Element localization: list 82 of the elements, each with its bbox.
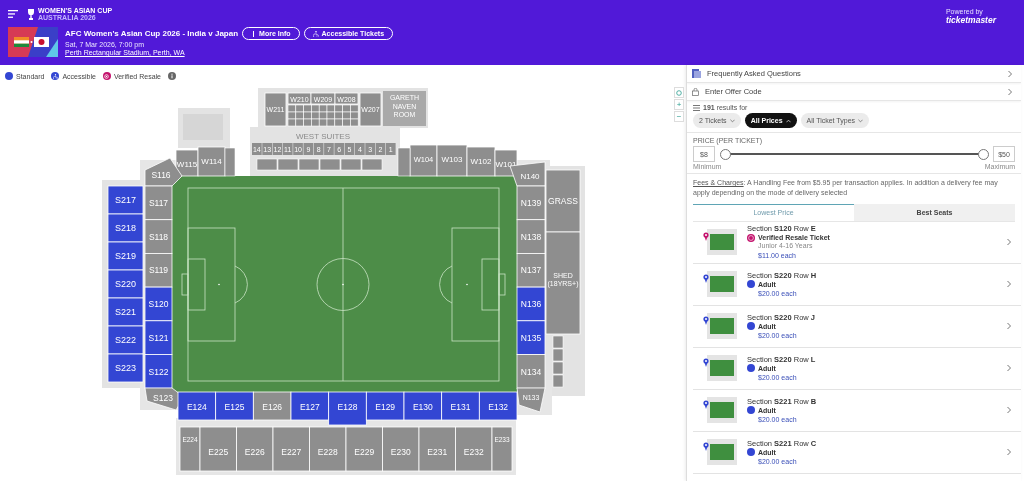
seat-section[interactable]: E124 <box>177 391 217 421</box>
seat-section[interactable]: S223 <box>107 353 144 383</box>
chevron-right-icon <box>1006 447 1012 458</box>
seat-section[interactable]: E225 <box>199 426 237 472</box>
seat-section[interactable]: E126 <box>252 391 292 421</box>
document-icon <box>692 69 701 78</box>
seat-section[interactable] <box>552 374 564 388</box>
chevron-right-icon <box>1006 321 1012 332</box>
seat-section[interactable]: W102 <box>466 146 496 177</box>
trophy-icon <box>27 8 35 20</box>
reset-view-button[interactable] <box>674 87 684 98</box>
seat-section[interactable]: E132 <box>478 391 518 421</box>
seat-section[interactable] <box>340 158 362 171</box>
caret-icon <box>858 118 864 123</box>
seat-section[interactable]: N139 <box>516 185 546 221</box>
seat-section[interactable]: E226 <box>236 426 274 472</box>
seat-section[interactable]: S217 <box>107 185 144 215</box>
menu-icon[interactable] <box>8 10 18 18</box>
seat-section[interactable]: E131 <box>441 391 480 421</box>
seat-section[interactable]: N137 <box>516 253 546 288</box>
seat-section[interactable]: E125 <box>215 391 254 421</box>
price-slider[interactable] <box>719 148 989 160</box>
seat-section[interactable] <box>277 158 299 171</box>
seat-section[interactable]: S117 <box>144 185 173 221</box>
seat-section[interactable]: S218 <box>107 213 144 243</box>
seat-section[interactable] <box>298 158 320 171</box>
filter-icon <box>693 104 700 111</box>
chevron-right-icon <box>1007 86 1013 97</box>
chevron-right-icon <box>1007 68 1013 79</box>
lock-icon <box>692 87 699 96</box>
wheelchair-icon <box>312 30 319 37</box>
seat-section[interactable] <box>552 361 564 375</box>
stand-label: WEST SUITES <box>295 132 351 141</box>
caret-icon <box>729 118 735 123</box>
zoom-in-button[interactable]: + <box>674 99 684 110</box>
stand-block <box>178 108 230 148</box>
seat-section[interactable]: E130 <box>403 391 443 421</box>
slider-handle[interactable] <box>977 148 989 160</box>
seat-section[interactable]: S219 <box>107 241 144 271</box>
seat-section[interactable]: S118 <box>144 219 173 254</box>
chevron-right-icon <box>1006 405 1012 416</box>
seat-section[interactable]: N136 <box>516 286 546 322</box>
seat-section[interactable]: E232 <box>455 426 493 472</box>
seat-section[interactable]: S122 <box>144 354 173 389</box>
event-title: AFC Women's Asian Cup 2026 - India v Japan <box>65 29 239 38</box>
seat-section[interactable] <box>256 158 278 171</box>
seat-section[interactable]: E129 <box>365 391 405 421</box>
seat-section[interactable]: N138 <box>516 219 546 254</box>
seat-section[interactable]: N135 <box>516 320 546 355</box>
seat-section[interactable]: S120 <box>144 286 173 322</box>
seat-section[interactable]: E227 <box>272 426 310 472</box>
caret-icon <box>785 118 791 123</box>
chevron-right-icon <box>1006 279 1012 290</box>
seat-section[interactable]: W115 <box>175 149 199 177</box>
seat-section[interactable]: E230 <box>382 426 420 472</box>
seat-section[interactable] <box>361 158 383 171</box>
seat-section[interactable]: S121 <box>144 320 173 355</box>
seat-section[interactable]: W114 <box>197 146 226 177</box>
seat-section[interactable]: S221 <box>107 297 144 327</box>
info-icon <box>251 30 257 37</box>
chevron-right-icon <box>1006 363 1012 374</box>
seat-section[interactable]: N134 <box>516 354 546 389</box>
seat-section[interactable]: W101 <box>494 149 518 177</box>
seat-section[interactable]: E127 <box>290 391 330 421</box>
seat-section[interactable] <box>397 147 411 177</box>
seat-section[interactable]: E128 <box>328 391 367 426</box>
seat-section[interactable]: E231 <box>418 426 456 472</box>
slider-handle[interactable] <box>719 148 731 160</box>
chevron-right-icon <box>1006 237 1012 248</box>
info-icon[interactable] <box>168 72 176 80</box>
seat-section[interactable]: W103 <box>436 144 468 177</box>
seat-section[interactable]: S119 <box>144 253 173 288</box>
brand-logo: ticketmaster <box>945 15 996 25</box>
seat-section[interactable]: E228 <box>309 426 347 472</box>
seat-section[interactable]: S222 <box>107 325 144 355</box>
seat-section[interactable]: S220 <box>107 269 144 299</box>
seat-section[interactable] <box>224 147 236 177</box>
seat-section[interactable] <box>319 158 341 171</box>
zoom-out-button[interactable]: − <box>674 111 684 122</box>
seat-section[interactable] <box>552 348 564 362</box>
seat-section[interactable] <box>552 335 564 349</box>
seat-section[interactable]: E229 <box>345 426 383 472</box>
